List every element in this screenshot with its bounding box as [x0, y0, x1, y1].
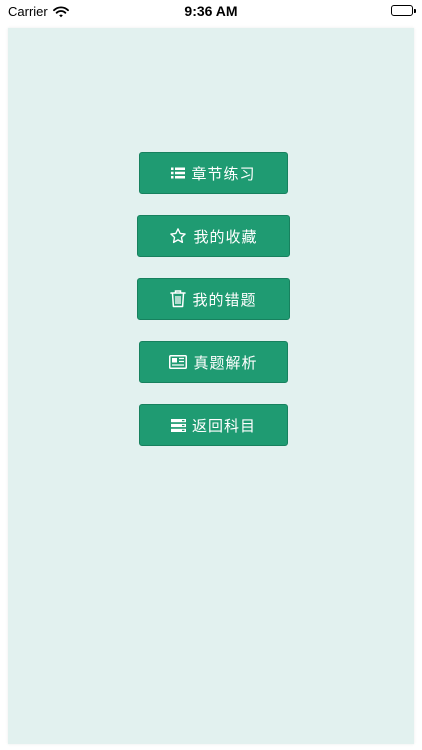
trash-icon — [170, 290, 187, 308]
chapter-practice-button[interactable]: 章节练习 — [139, 152, 288, 194]
my-favorites-button[interactable]: 我的收藏 — [137, 215, 290, 257]
my-favorites-label: 我的收藏 — [193, 227, 258, 246]
stack-icon — [170, 418, 186, 432]
main-panel: 章节练习 我的收藏 我的错题 真题解析 返回科目 — [8, 28, 414, 744]
battery-icon — [391, 5, 416, 16]
list-icon — [171, 167, 186, 179]
my-mistakes-label: 我的错题 — [192, 290, 257, 309]
star-icon — [169, 227, 187, 245]
newspaper-icon — [169, 355, 188, 369]
status-time: 9:36 AM — [184, 3, 238, 19]
back-to-subjects-label: 返回科目 — [191, 416, 256, 435]
exam-analysis-label: 真题解析 — [193, 353, 258, 372]
chapter-practice-label: 章节练习 — [191, 164, 256, 183]
exam-analysis-button[interactable]: 真题解析 — [139, 341, 288, 383]
back-to-subjects-button[interactable]: 返回科目 — [139, 404, 288, 446]
status-bar: Carrier 9:36 AM — [0, 0, 422, 24]
my-mistakes-button[interactable]: 我的错题 — [137, 278, 290, 320]
